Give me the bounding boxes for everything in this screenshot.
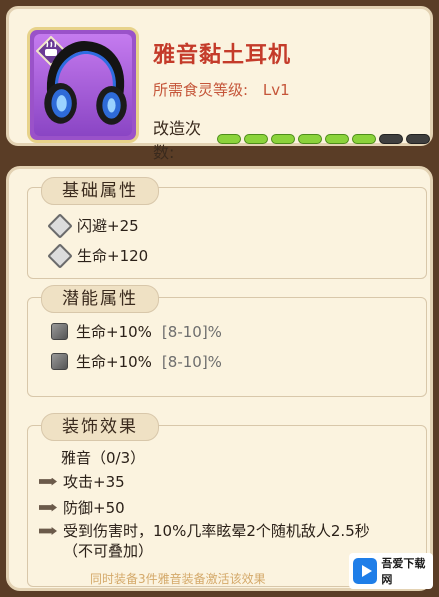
progress-segment-filled bbox=[271, 134, 295, 144]
progress-segment-empty bbox=[379, 134, 403, 144]
required-level: 所需食灵等级: Lv1 bbox=[153, 79, 290, 100]
basic-stat-row: 闪避+25 bbox=[47, 212, 139, 239]
set-effect-text: 攻击+35 bbox=[63, 473, 125, 491]
required-level-label: 所需食灵等级: bbox=[153, 81, 249, 99]
progress-segment-filled bbox=[244, 134, 268, 144]
set-effect-text: 防御+50 bbox=[63, 499, 125, 517]
potential-attributes-title: 潜能属性 bbox=[41, 285, 159, 313]
item-name: 雅音黏土耳机 bbox=[153, 43, 292, 68]
arrow-icon bbox=[39, 527, 57, 535]
set-effect-row: 攻击+35 bbox=[39, 471, 125, 492]
progress-segment-filled bbox=[298, 134, 322, 144]
arrow-icon bbox=[39, 503, 57, 512]
basic-stat-text: 生命+120 bbox=[77, 247, 149, 265]
attribute-panel: 基础属性 闪避+25 生命+120 潜能属性 生命+10% [8-10]% 生命… bbox=[6, 166, 433, 591]
basic-stat-text: 闪避+25 bbox=[77, 217, 139, 235]
headphones-icon bbox=[44, 41, 127, 125]
decoration-effect-title: 装饰效果 bbox=[41, 413, 159, 441]
basic-stat-row: 生命+120 bbox=[47, 242, 149, 269]
potential-stat-text: 生命+10% bbox=[76, 353, 152, 371]
modify-count-label: 改造次数: bbox=[153, 119, 202, 162]
gem-slot-icon bbox=[51, 323, 68, 340]
set-effect-text: 受到伤害时，10%几率眩晕2个随机敌人2.5秒（不可叠加） bbox=[63, 522, 370, 560]
modify-progress-bar bbox=[217, 134, 430, 144]
set-activation-hint: 同时装备3件雅音装备激活该效果 bbox=[90, 572, 266, 586]
potential-stat-range: [8-10]% bbox=[161, 352, 222, 371]
diamond-icon bbox=[47, 242, 73, 269]
progress-segment-filled bbox=[352, 134, 376, 144]
required-level-value: Lv1 bbox=[262, 81, 290, 99]
set-name: 雅音（0/3） bbox=[61, 449, 146, 467]
basic-attributes-title: 基础属性 bbox=[41, 177, 159, 205]
set-effect-row: 防御+50 bbox=[39, 497, 125, 518]
progress-segment-empty bbox=[406, 134, 430, 144]
item-icon-frame[interactable] bbox=[27, 27, 139, 143]
gem-slot-icon bbox=[51, 353, 68, 370]
equipment-detail-window: 雅音黏土耳机 所需食灵等级: Lv1 改造次数: 基础属性 闪避+25 生命+1… bbox=[0, 0, 439, 597]
potential-stat-row: 生命+10% [8-10]% bbox=[51, 351, 222, 372]
watermark-text: 吾爱下载网 bbox=[381, 557, 426, 586]
modify-count: 改造次数: bbox=[153, 115, 430, 163]
progress-segment-filled bbox=[325, 134, 349, 144]
potential-stat-text: 生命+10% bbox=[76, 323, 152, 341]
progress-segment-filled bbox=[217, 134, 241, 144]
watermark: 吾爱下载网 bbox=[349, 553, 433, 589]
arrow-icon bbox=[39, 477, 57, 486]
potential-stat-row: 生命+10% [8-10]% bbox=[51, 321, 222, 342]
item-header: 雅音黏土耳机 所需食灵等级: Lv1 改造次数: bbox=[6, 6, 433, 162]
set-effect-row: 受到伤害时，10%几率眩晕2个随机敌人2.5秒（不可叠加） bbox=[39, 521, 379, 561]
watermark-logo-icon bbox=[353, 558, 378, 584]
diamond-icon bbox=[47, 212, 73, 239]
potential-stat-range: [8-10]% bbox=[161, 322, 222, 341]
